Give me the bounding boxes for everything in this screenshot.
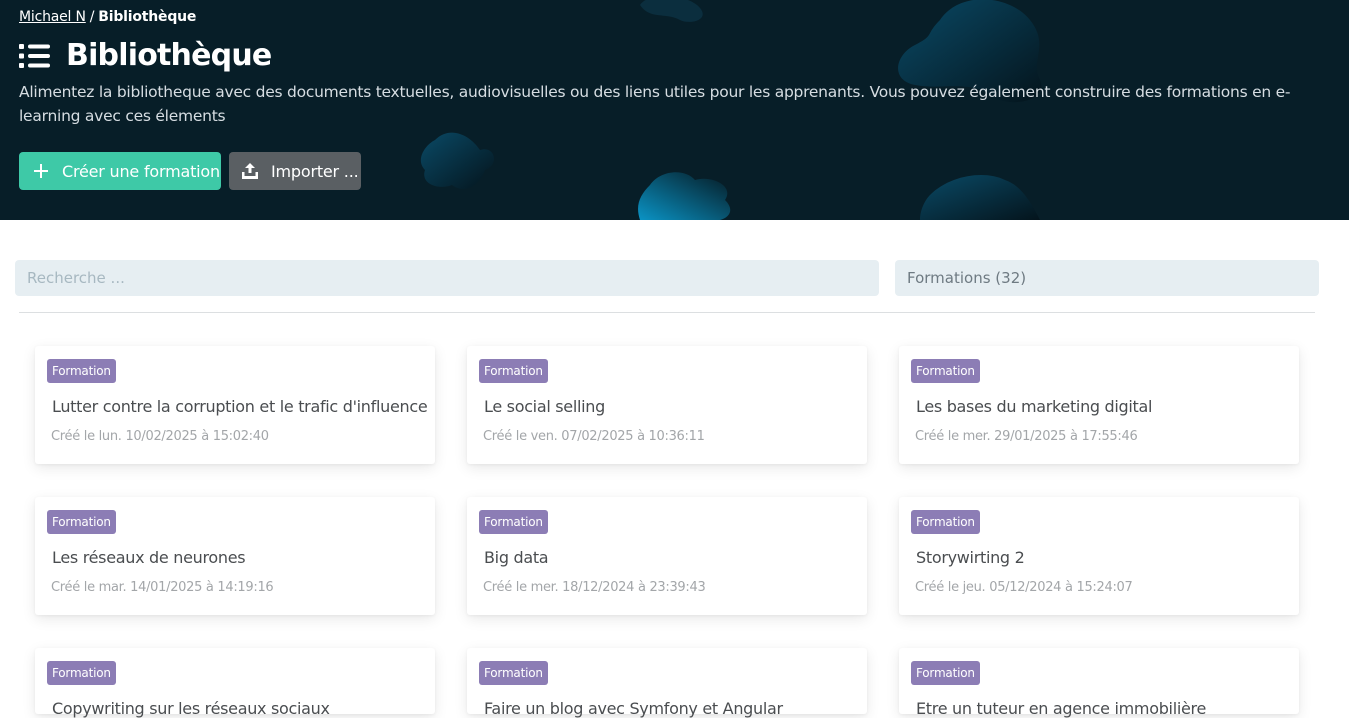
library-card[interactable]: Formation Storywirting 2 Créé le jeu. 05… — [899, 497, 1299, 615]
type-badge: Formation — [47, 661, 116, 685]
card-date: Créé le mer. 18/12/2024 à 23:39:43 — [483, 580, 706, 595]
library-card[interactable]: Formation Les bases du marketing digital… — [899, 346, 1299, 464]
library-card[interactable]: Formation Copywriting sur les réseaux so… — [35, 648, 435, 718]
card-date: Créé le mer. 29/01/2025 à 17:55:46 — [915, 429, 1138, 444]
import-button[interactable]: Importer ... — [229, 152, 361, 190]
plus-icon — [34, 164, 48, 178]
type-badge: Formation — [911, 661, 980, 685]
type-filter-select[interactable]: Formations (32) — [895, 260, 1319, 296]
library-card[interactable]: Formation Lutter contre la corruption et… — [35, 346, 435, 464]
library-card[interactable]: Formation Les réseaux de neurones Créé l… — [35, 497, 435, 615]
page-description: Alimentez la bibliotheque avec des docum… — [19, 83, 1291, 125]
card-date: Créé le ven. 07/02/2025 à 10:36:11 — [483, 429, 705, 444]
create-training-label: Créer une formation — [62, 161, 220, 181]
type-badge: Formation — [479, 661, 548, 685]
card-title: Lutter contre la corruption et le trafic… — [52, 397, 428, 416]
import-label: Importer ... — [271, 161, 359, 181]
card-date: Créé le mar. 14/01/2025 à 14:19:16 — [51, 580, 274, 595]
library-card[interactable]: Formation Etre un tuteur en agence immob… — [899, 648, 1299, 718]
type-badge: Formation — [479, 359, 548, 383]
type-badge: Formation — [911, 359, 980, 383]
divider — [19, 312, 1315, 313]
page-header: Michael N / Bibliothèque Bibliothèque Alim… — [0, 0, 1349, 220]
card-title: Big data — [484, 548, 549, 567]
search-input[interactable] — [15, 260, 879, 296]
breadcrumb: Michael N / Bibliothèque — [19, 9, 196, 25]
breadcrumb-current: Bibliothèque — [98, 9, 197, 25]
card-title: Les réseaux de neurones — [52, 548, 246, 567]
breadcrumb-link-user[interactable]: Michael N — [19, 9, 86, 25]
page-title: Bibliothèque — [66, 38, 272, 73]
card-date: Créé le jeu. 05/12/2024 à 15:24:07 — [915, 580, 1133, 595]
create-training-button[interactable]: Créer une formation — [19, 152, 221, 190]
breadcrumb-separator: / — [89, 9, 95, 25]
upload-icon — [242, 163, 258, 179]
card-title: Storywirting 2 — [916, 548, 1025, 567]
list-icon — [19, 43, 50, 68]
card-date: Créé le lun. 10/02/2025 à 15:02:40 — [51, 429, 269, 444]
card-title: Copywriting sur les réseaux sociaux — [52, 699, 330, 718]
type-badge: Formation — [47, 359, 116, 383]
library-card[interactable]: Formation Le social selling Créé le ven.… — [467, 346, 867, 464]
card-title: Les bases du marketing digital — [916, 397, 1153, 416]
card-title: Faire un blog avec Symfony et Angular — [484, 699, 783, 718]
library-card[interactable]: Formation Big data Créé le mer. 18/12/20… — [467, 497, 867, 615]
type-badge: Formation — [479, 510, 548, 534]
title-row: Bibliothèque — [19, 38, 272, 73]
card-title: Etre un tuteur en agence immobilière — [916, 699, 1206, 718]
type-badge: Formation — [47, 510, 116, 534]
library-card[interactable]: Formation Faire un blog avec Symfony et … — [467, 648, 867, 718]
type-badge: Formation — [911, 510, 980, 534]
type-filter-value: Formations (32) — [907, 269, 1027, 287]
card-title: Le social selling — [484, 397, 605, 416]
